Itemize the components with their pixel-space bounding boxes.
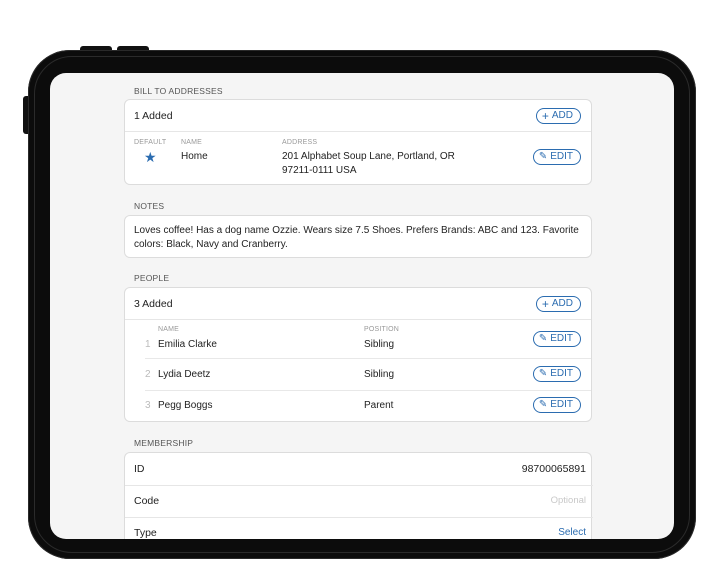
- person-index: 2: [145, 369, 151, 380]
- person-position: Parent: [364, 400, 394, 411]
- bill-to-card-header: 1 Added + ADD: [125, 100, 591, 132]
- add-address-button[interactable]: + ADD: [535, 108, 581, 124]
- membership-type-select[interactable]: Select: [558, 527, 586, 538]
- add-address-label: ADD: [551, 110, 573, 121]
- membership-type-label: Type: [134, 527, 157, 539]
- address-name: Home: [181, 151, 208, 162]
- person-position-column-header: POSITION: [364, 326, 400, 333]
- plus-icon: +: [541, 297, 549, 311]
- row-divider: [145, 358, 591, 359]
- plus-icon: +: [541, 109, 549, 123]
- address-line-2: 97211-0111 USA: [282, 165, 357, 176]
- pencil-icon: ✎: [538, 333, 548, 344]
- edit-person-button[interactable]: ✎ EDIT: [532, 331, 581, 347]
- membership-id-label: ID: [134, 463, 145, 475]
- edit-address-button[interactable]: ✎ EDIT: [532, 149, 581, 165]
- people-count: 3 Added: [134, 298, 173, 310]
- person-name: Lydia Deetz: [158, 369, 211, 380]
- notes-section-label: NOTES: [134, 201, 165, 211]
- add-person-button[interactable]: + ADD: [535, 296, 581, 312]
- membership-card: ID 98700065891 Code Optional Type Select: [124, 452, 593, 539]
- membership-type-row[interactable]: Type Select: [125, 517, 593, 539]
- add-person-label: ADD: [551, 298, 573, 309]
- address-column-header: ADDRESS: [282, 139, 318, 146]
- person-name: Emilia Clarke: [158, 339, 217, 350]
- star-icon[interactable]: ★: [144, 149, 157, 166]
- bill-to-card: 1 Added + ADD DEFAULT NAME ADDRESS ★ Hom…: [124, 99, 592, 185]
- membership-section-label: MEMBERSHIP: [134, 438, 194, 448]
- membership-code-row[interactable]: Code Optional: [125, 485, 593, 518]
- notes-field[interactable]: Loves coffee! Has a dog name Ozzie. Wear…: [124, 215, 592, 258]
- edit-person-label: EDIT: [550, 368, 573, 379]
- people-section-label: PEOPLE: [134, 273, 170, 283]
- person-index: 1: [145, 339, 151, 350]
- row-divider: [145, 390, 591, 391]
- pencil-icon: ✎: [538, 368, 548, 379]
- pencil-icon: ✎: [538, 399, 548, 410]
- person-name-column-header: NAME: [158, 326, 180, 333]
- membership-id-row[interactable]: ID 98700065891: [125, 453, 593, 486]
- default-column-header: DEFAULT: [134, 139, 167, 146]
- bill-to-count: 1 Added: [134, 110, 173, 122]
- address-line-1: 201 Alphabet Soup Lane, Portland, OR: [282, 151, 455, 162]
- edit-person-button[interactable]: ✎ EDIT: [532, 397, 581, 413]
- people-card: 3 Added + ADD NAME POSITION 1 Emilia Cla…: [124, 287, 592, 422]
- edit-address-label: EDIT: [550, 151, 573, 162]
- pencil-icon: ✎: [538, 151, 548, 162]
- person-name: Pegg Boggs: [158, 400, 213, 411]
- membership-id-value: 98700065891: [521, 463, 586, 475]
- edit-person-label: EDIT: [550, 333, 573, 344]
- tablet-screen: BILL TO ADDRESSES 1 Added + ADD DEFAULT …: [50, 73, 674, 539]
- edit-person-button[interactable]: ✎ EDIT: [532, 366, 581, 382]
- person-position: Sibling: [364, 369, 395, 380]
- edit-person-label: EDIT: [550, 399, 573, 410]
- name-column-header: NAME: [181, 139, 203, 146]
- person-position: Sibling: [364, 339, 395, 350]
- person-index: 3: [145, 400, 151, 411]
- membership-code-label: Code: [134, 495, 160, 507]
- bill-to-section-label: BILL TO ADDRESSES: [134, 86, 223, 96]
- people-card-header: 3 Added + ADD: [125, 288, 591, 320]
- membership-code-input[interactable]: Optional: [551, 495, 586, 506]
